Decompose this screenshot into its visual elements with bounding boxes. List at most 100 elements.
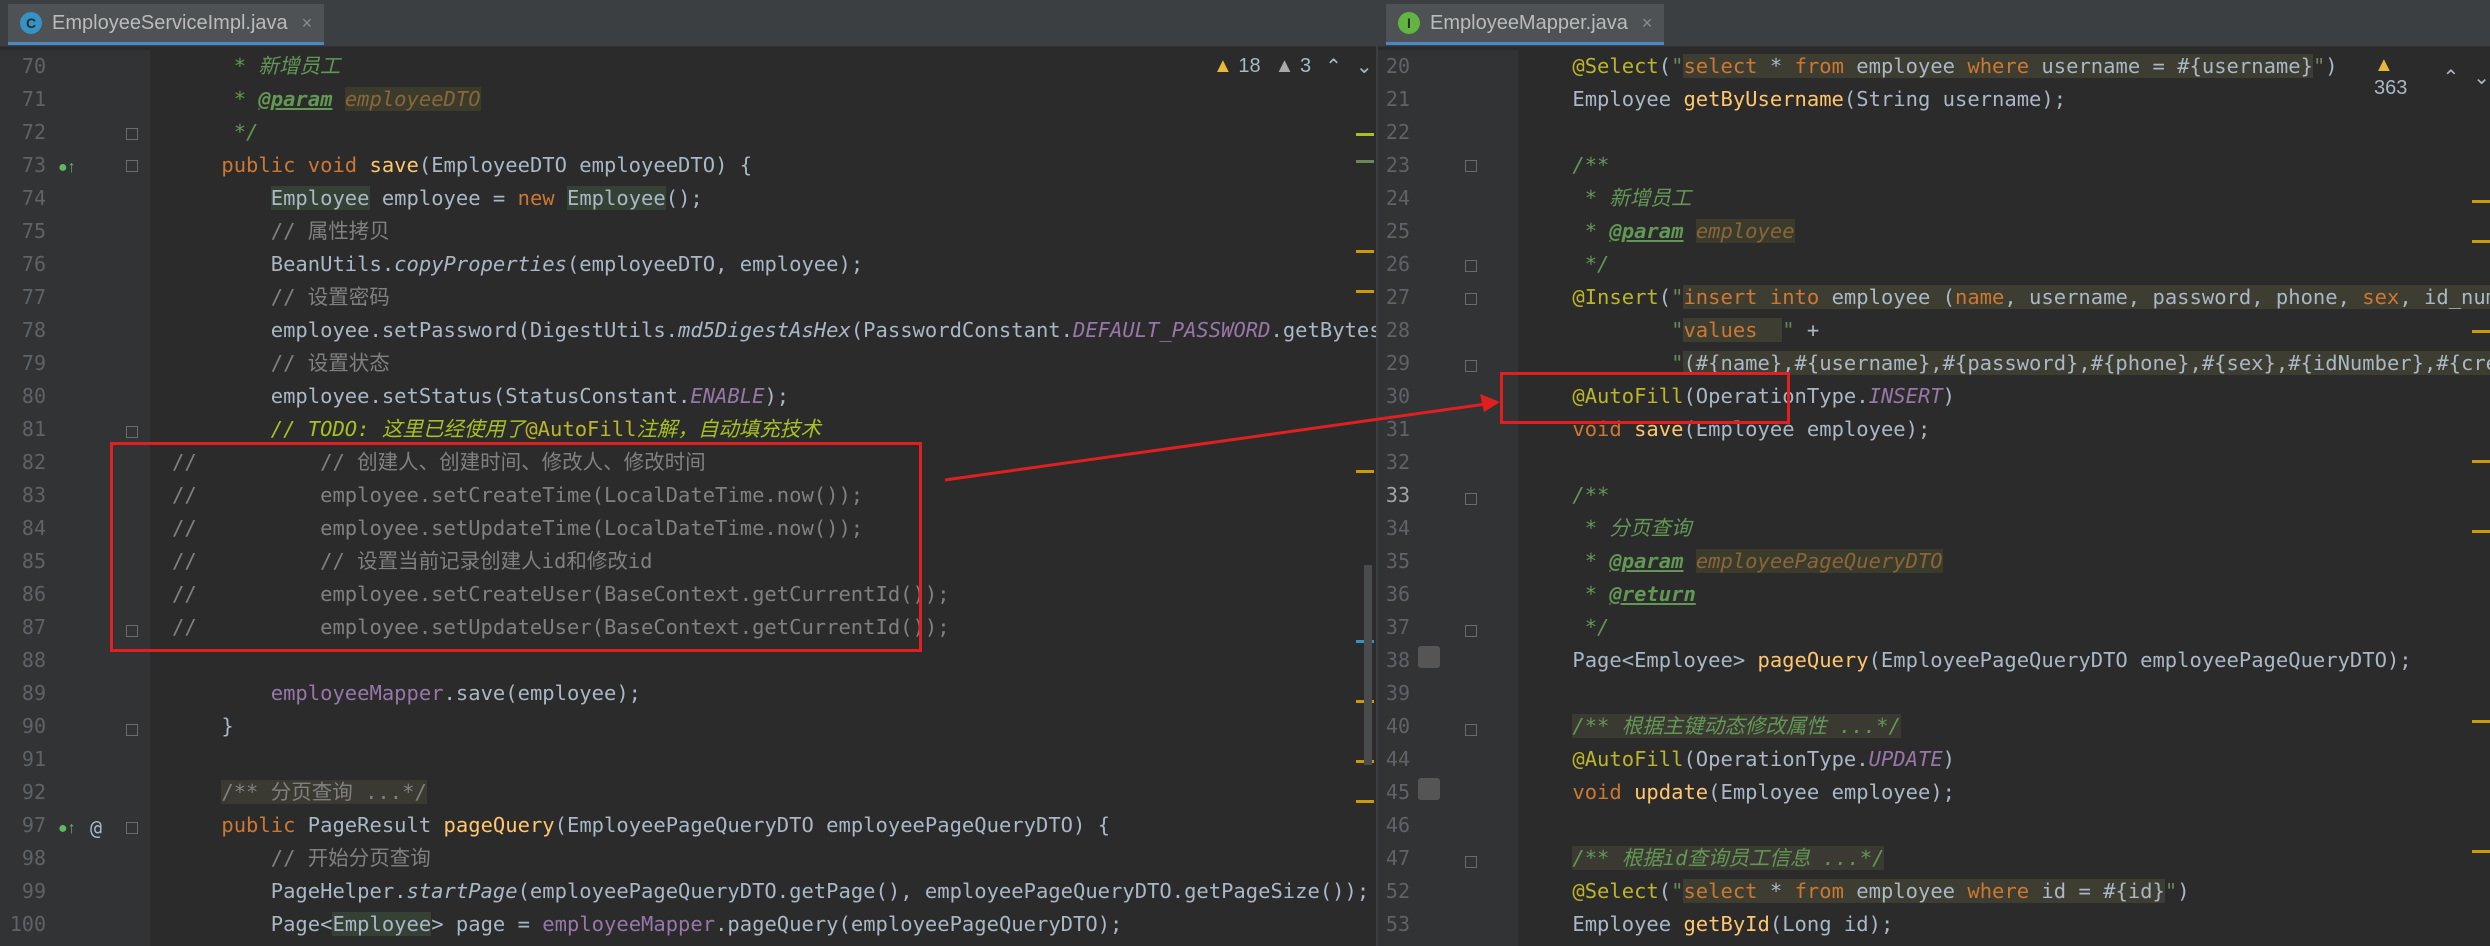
code-line[interactable]: Page<Employee> pageQuery(EmployeePageQue… bbox=[1523, 644, 2490, 677]
code-line[interactable] bbox=[1523, 677, 2490, 710]
code-line[interactable]: * 新增员工 bbox=[172, 50, 1362, 83]
warning-marker bbox=[2472, 850, 2490, 853]
code-line[interactable] bbox=[1523, 446, 2490, 479]
code-line[interactable]: /** 分页查询 ...*/ bbox=[172, 776, 1362, 809]
line-number: 45 bbox=[1385, 780, 1410, 804]
close-tab-icon[interactable]: × bbox=[1642, 13, 1653, 34]
fold-icon[interactable] bbox=[126, 160, 138, 172]
code-line[interactable]: Page<Employee> page = employeeMapper.pag… bbox=[172, 908, 1362, 941]
code-line[interactable]: Employee employee = new Employee(); bbox=[172, 182, 1362, 215]
inspection-badges[interactable]: ▲ 18 ▲ 3 ⌃ ⌄ bbox=[1213, 54, 1373, 79]
code-line[interactable]: /** bbox=[1523, 479, 2490, 512]
code-line[interactable]: * @param employeePageQueryDTO bbox=[1523, 545, 2490, 578]
code-line[interactable]: // 设置密码 bbox=[172, 281, 1362, 314]
fold-icon[interactable] bbox=[1465, 856, 1477, 868]
warning-badge[interactable]: ▲ 18 bbox=[1213, 55, 1261, 78]
code-line[interactable]: employee.setPassword(DigestUtils.md5Dige… bbox=[172, 314, 1378, 347]
fold-icon[interactable] bbox=[126, 822, 138, 834]
fold-icon[interactable] bbox=[126, 724, 138, 736]
code-line[interactable]: * @return bbox=[1523, 578, 2490, 611]
line-number: 40 bbox=[1385, 714, 1410, 738]
line-number: 91 bbox=[21, 747, 46, 771]
fold-icon[interactable] bbox=[1465, 260, 1477, 272]
line-number: 74 bbox=[21, 186, 46, 210]
code-line[interactable]: /** bbox=[1523, 149, 2490, 182]
code-line[interactable]: @Insert("insert into employee (name, use… bbox=[1523, 281, 2490, 314]
change-marker bbox=[1356, 133, 1374, 136]
fold-icon[interactable] bbox=[126, 128, 138, 140]
code-line[interactable] bbox=[1523, 116, 2490, 149]
fold-icon[interactable] bbox=[1465, 724, 1477, 736]
tab-employee-mapper[interactable]: I EmployeeMapper.java × bbox=[1386, 4, 1665, 45]
code-line[interactable]: void update(Employee employee); bbox=[1523, 776, 2490, 809]
right-code-area[interactable]: @Select("select * from employee where us… bbox=[1523, 50, 2490, 941]
tab-employee-service-impl[interactable]: C EmployeeServiceImpl.java × bbox=[8, 4, 325, 45]
code-line[interactable]: * 分页查询 bbox=[1523, 512, 2490, 545]
code-line[interactable]: Employee getByUsername(String username); bbox=[1523, 83, 2490, 116]
chevron-down-icon[interactable]: ⌄ bbox=[1356, 54, 1373, 79]
code-line[interactable] bbox=[172, 743, 1362, 776]
annotation-box-autofill bbox=[1500, 372, 1790, 424]
line-number: 46 bbox=[1385, 813, 1410, 837]
code-line[interactable]: /** 根据id查询员工信息 ...*/ bbox=[1523, 842, 2490, 875]
code-line[interactable]: // 设置状态 bbox=[172, 347, 1362, 380]
at-icon[interactable]: @ bbox=[90, 816, 102, 840]
code-line[interactable]: public PageResult pageQuery(EmployeePage… bbox=[172, 809, 1362, 842]
warning-icon: ▲ bbox=[1213, 55, 1233, 77]
fold-icon[interactable] bbox=[1465, 293, 1477, 305]
mybatis-icon[interactable] bbox=[1418, 778, 1440, 800]
mybatis-icon[interactable] bbox=[1418, 646, 1440, 668]
line-number: 38 bbox=[1385, 648, 1410, 672]
implements-icon[interactable]: ●↑ bbox=[58, 159, 76, 177]
chevron-down-icon[interactable]: ⌄ bbox=[2473, 65, 2490, 90]
code-line[interactable]: * 新增员工 bbox=[1523, 182, 2490, 215]
code-line[interactable]: PageHelper.startPage(employeePageQueryDT… bbox=[172, 875, 1369, 908]
chevron-up-icon[interactable]: ⌃ bbox=[2442, 65, 2459, 90]
code-line[interactable]: } bbox=[172, 710, 1362, 743]
code-line[interactable]: employeeMapper.save(employee); bbox=[172, 677, 1362, 710]
code-line[interactable]: */ bbox=[1523, 248, 2490, 281]
close-tab-icon[interactable]: × bbox=[302, 13, 313, 34]
weak-warning-icon: ▲ bbox=[1274, 55, 1295, 77]
code-line[interactable]: // 开始分页查询 bbox=[172, 842, 1362, 875]
line-number: 73 bbox=[21, 153, 46, 177]
right-editor-pane: I EmployeeMapper.java × 20 21 22 23 24 25 26 27… bbox=[1378, 0, 2490, 946]
code-line[interactable]: Employee getById(Long id); bbox=[1523, 908, 2490, 941]
code-line[interactable]: /** 根据主键动态修改属性 ...*/ bbox=[1523, 710, 2490, 743]
weak-warning-badge[interactable]: ▲ 3 bbox=[1275, 55, 1311, 78]
code-line[interactable]: BeanUtils.copyProperties(employeeDTO, em… bbox=[172, 248, 1362, 281]
fold-icon[interactable] bbox=[1465, 160, 1477, 172]
inspection-badges[interactable]: ▲ 363 ⌃ ⌄ bbox=[2374, 54, 2490, 100]
code-line[interactable]: * @param employeeDTO bbox=[172, 83, 1362, 116]
code-line[interactable]: * @param employee bbox=[1523, 215, 2490, 248]
code-line[interactable] bbox=[1523, 809, 2490, 842]
code-line[interactable]: */ bbox=[1523, 611, 2490, 644]
fold-icon[interactable] bbox=[1465, 625, 1477, 637]
line-number: 79 bbox=[21, 351, 46, 375]
fold-icon[interactable] bbox=[1465, 360, 1477, 372]
code-line[interactable]: public void save(EmployeeDTO employeeDTO… bbox=[172, 149, 1362, 182]
code-line[interactable]: @AutoFill(OperationType.UPDATE) bbox=[1523, 743, 2490, 776]
line-number: 52 bbox=[1385, 879, 1410, 903]
chevron-up-icon[interactable]: ⌃ bbox=[1325, 54, 1342, 79]
code-line[interactable]: */ bbox=[172, 116, 1362, 149]
code-line[interactable]: // 属性拷贝 bbox=[172, 215, 1362, 248]
line-number: 39 bbox=[1385, 681, 1410, 705]
line-number: 84 bbox=[21, 516, 46, 540]
annotation-box-commented-code bbox=[110, 442, 922, 652]
fold-icon[interactable] bbox=[1465, 493, 1477, 505]
right-tab-bar: I EmployeeMapper.java × bbox=[1378, 0, 2490, 47]
line-number: 70 bbox=[21, 54, 46, 78]
fold-icon[interactable] bbox=[126, 426, 138, 438]
warning-badge[interactable]: ▲ 363 bbox=[2374, 54, 2428, 100]
code-line[interactable]: @Select("select * from employee where id… bbox=[1523, 875, 2490, 908]
line-number: 24 bbox=[1385, 186, 1410, 210]
code-line[interactable]: employee.setStatus(StatusConstant.ENABLE… bbox=[172, 380, 1362, 413]
line-number: 99 bbox=[21, 879, 46, 903]
line-number: 72 bbox=[21, 120, 46, 144]
implements-icon[interactable]: ●↑ bbox=[58, 820, 76, 838]
code-line[interactable]: @Select("select * from employee where us… bbox=[1523, 50, 2490, 83]
code-line[interactable]: "values " + bbox=[1523, 314, 2490, 347]
vertical-scrollbar[interactable] bbox=[1364, 565, 1372, 765]
line-number: 47 bbox=[1385, 846, 1410, 870]
